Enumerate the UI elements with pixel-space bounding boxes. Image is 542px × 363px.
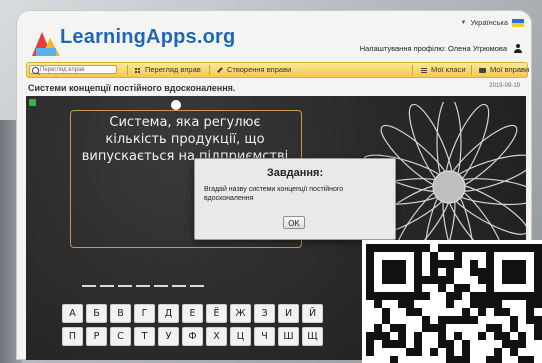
nav-divider: [127, 65, 128, 75]
ok-button[interactable]: OK: [283, 216, 305, 229]
nav-divider: [412, 65, 413, 75]
letter-key[interactable]: Х: [206, 327, 227, 346]
nav-divider: [209, 65, 210, 75]
nav-label: Мої класи: [431, 65, 466, 74]
letter-key[interactable]: П: [62, 327, 83, 346]
keyboard-row: АБВГДЕЁЖЗИЙ: [62, 304, 323, 323]
chevron-down-icon: ▼: [460, 19, 467, 26]
task-dialog: Завдання: Вгадай назву системи концепції…: [194, 158, 396, 240]
dialog-text: Вгадай назву системи концепції постійног…: [204, 186, 344, 202]
dialog-title: Завдання:: [266, 167, 324, 179]
qr-code-icon: [366, 244, 542, 363]
nav-my-exercises[interactable]: Мої вправи: [479, 63, 529, 77]
letter-key[interactable]: Ц: [230, 327, 251, 346]
answer-slot: [136, 285, 150, 287]
language-label: Українська: [470, 18, 508, 27]
letter-key[interactable]: Д: [158, 304, 179, 323]
keyboard-row: ПРСТУФХЦЧШЩ: [62, 327, 323, 346]
flag-icon: [512, 18, 524, 27]
search-icon: [32, 67, 39, 74]
fullscreen-icon[interactable]: [29, 99, 36, 106]
site-logo-text[interactable]: LearningApps.org: [60, 26, 235, 49]
answer-slot: [190, 285, 204, 287]
nav-my-classes[interactable]: Мої класи: [421, 63, 466, 77]
letter-key[interactable]: Е: [182, 304, 203, 323]
pencil-icon: [217, 67, 223, 73]
letter-key[interactable]: Р: [86, 327, 107, 346]
page-date: 2019-09-19: [489, 83, 520, 89]
answer-slot: [118, 285, 132, 287]
search-input[interactable]: Перегляд вправ: [29, 65, 117, 74]
answer-slot: [82, 285, 96, 287]
answer-slots: [82, 285, 204, 287]
page-title: Системи концепції постійного вдосконален…: [28, 83, 236, 93]
logo-icon[interactable]: [30, 28, 64, 58]
nav-create-exercise[interactable]: Створення вправи: [217, 63, 291, 77]
letter-key[interactable]: Щ: [302, 327, 323, 346]
folder-icon: [479, 67, 486, 73]
letter-key[interactable]: Б: [86, 304, 107, 323]
main-navbar: Перегляд вправ Перегляд вправ Створення …: [26, 62, 529, 78]
letter-key[interactable]: Ж: [230, 304, 251, 323]
nav-browse-exercises[interactable]: Перегляд вправ: [135, 63, 201, 77]
letter-key[interactable]: Ш: [278, 327, 299, 346]
letter-key[interactable]: З: [254, 304, 275, 323]
letter-key[interactable]: Г: [134, 304, 155, 323]
language-selector[interactable]: ▼ Українська: [460, 18, 524, 27]
letter-key[interactable]: Ф: [182, 327, 203, 346]
letter-key[interactable]: А: [62, 304, 83, 323]
grid-icon: [135, 67, 141, 73]
card-pin-icon: [171, 100, 181, 110]
list-icon: [421, 67, 427, 73]
letter-key[interactable]: Т: [134, 327, 155, 346]
nav-divider: [471, 65, 472, 75]
letter-key[interactable]: С: [110, 327, 131, 346]
answer-slot: [172, 285, 186, 287]
letter-key[interactable]: Ё: [206, 304, 227, 323]
nav-label: Перегляд вправ: [145, 65, 201, 74]
answer-slot: [100, 285, 114, 287]
search-placeholder: Перегляд вправ: [40, 67, 85, 73]
answer-slot: [154, 285, 168, 287]
profile-settings-link[interactable]: Налаштування профілю: Олена Угрюмова: [360, 44, 522, 53]
profile-label: Налаштування профілю: Олена Угрюмова: [359, 44, 507, 53]
letter-key[interactable]: И: [278, 304, 299, 323]
nav-label: Мої вправи: [490, 65, 530, 74]
nav-label: Створення вправи: [227, 65, 292, 74]
qr-code: [362, 240, 542, 363]
user-icon: [513, 44, 522, 53]
letter-key[interactable]: В: [110, 304, 131, 323]
letter-key[interactable]: Й: [302, 304, 323, 323]
letter-key[interactable]: У: [158, 327, 179, 346]
letter-key[interactable]: Ч: [254, 327, 275, 346]
